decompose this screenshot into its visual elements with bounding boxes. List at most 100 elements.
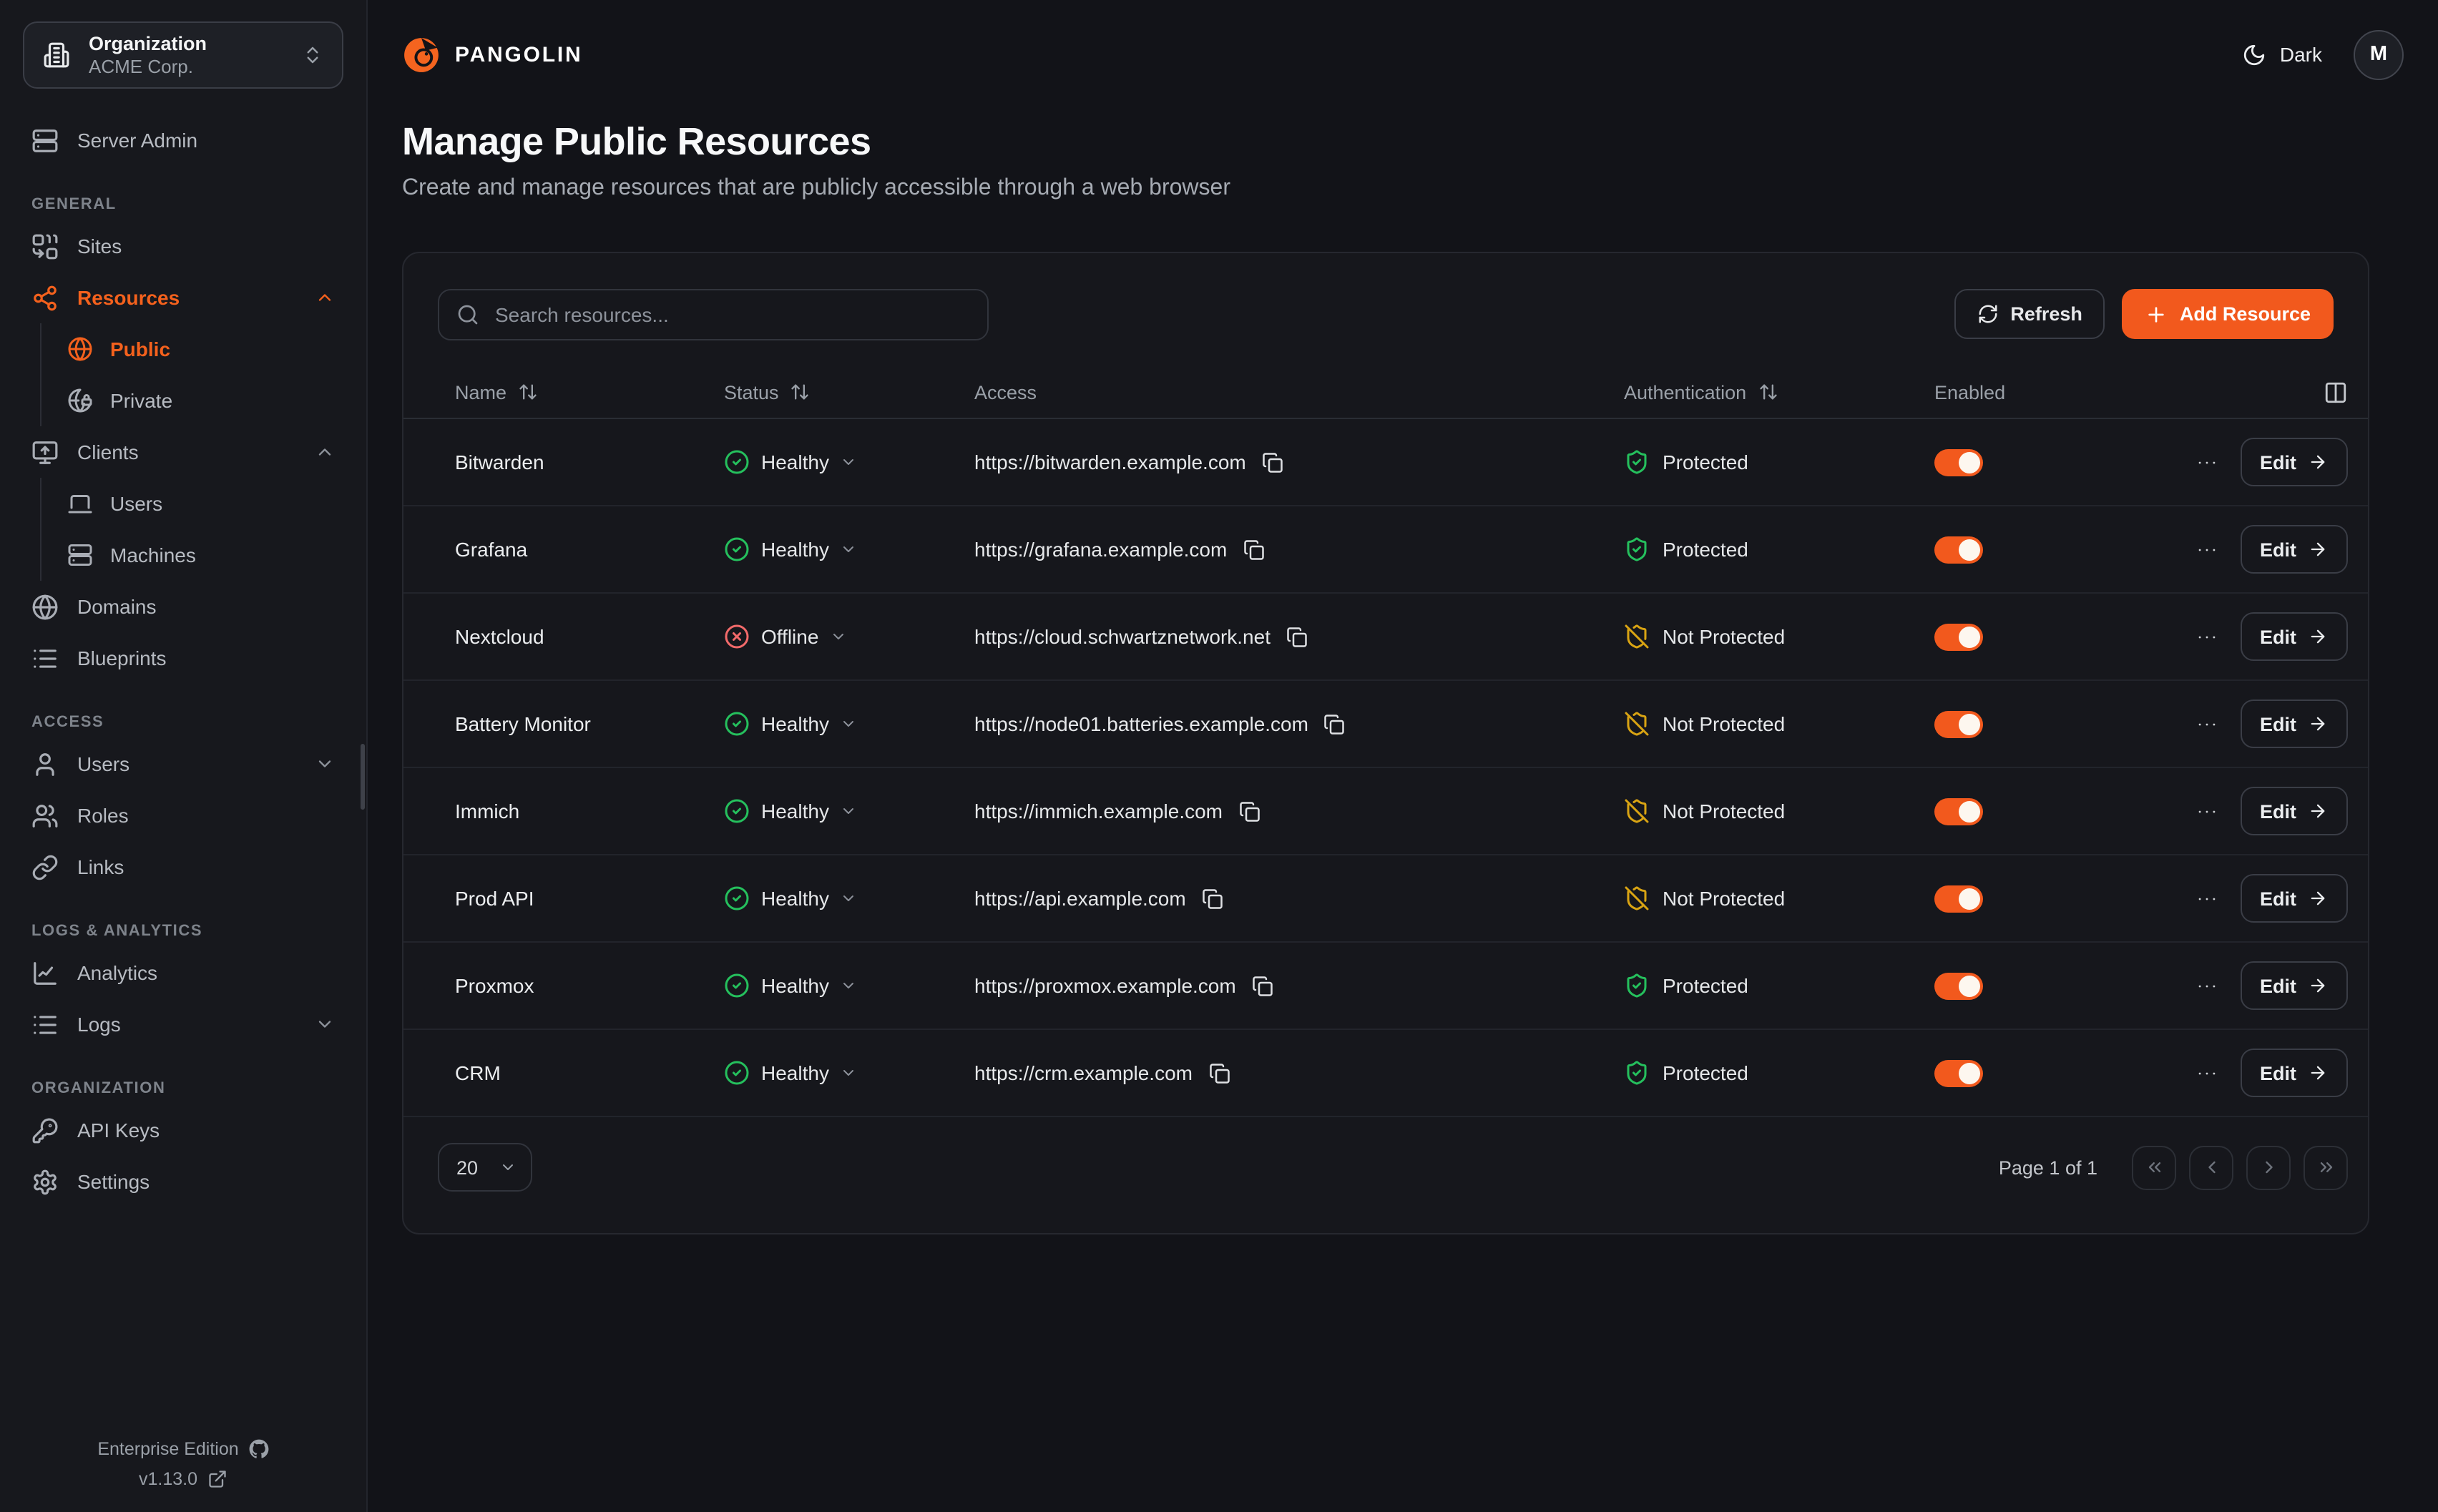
row-menu-button[interactable] [2191,1061,2221,1085]
avatar[interactable]: M [2354,29,2404,79]
sidebar-item-public[interactable]: Public [53,323,349,375]
copy-url-button[interactable] [1286,626,1308,647]
resource-url: https://api.example.com [974,887,1186,910]
row-menu-button[interactable] [2191,973,2221,998]
first-page-button[interactable] [2132,1145,2176,1189]
sidebar-item-links[interactable]: Links [17,841,349,893]
row-menu-button[interactable] [2191,450,2221,474]
status-dropdown[interactable]: Healthy [724,711,858,737]
edit-label: Edit [2260,626,2296,647]
enabled-toggle[interactable] [1934,536,1983,563]
sidebar-item-sites[interactable]: Sites [17,220,349,272]
edit-button[interactable]: Edit [2240,874,2348,923]
status-dropdown[interactable]: Healthy [724,973,858,998]
enabled-toggle[interactable] [1934,623,1983,650]
copy-url-button[interactable] [1324,713,1346,735]
ellipsis-icon [2194,712,2218,736]
sidebar-item-roles[interactable]: Roles [17,790,349,841]
edit-button[interactable]: Edit [2240,1049,2348,1097]
circle-x-icon [724,624,750,649]
copy-url-button[interactable] [1243,539,1264,560]
enabled-toggle[interactable] [1934,1059,1983,1086]
next-page-button[interactable] [2246,1145,2291,1189]
sidebar-item-settings[interactable]: Settings [17,1156,349,1207]
enabled-toggle[interactable] [1934,885,1983,912]
org-switcher[interactable]: Organization ACME Corp. [23,21,343,89]
enabled-toggle[interactable] [1934,972,1983,999]
enabled-toggle[interactable] [1934,710,1983,737]
sidebar-item-client-users[interactable]: Users [53,478,349,529]
page-size-select[interactable]: 20 [438,1143,532,1192]
sidebar-item-clients[interactable]: Clients [17,426,349,478]
edit-button[interactable]: Edit [2240,438,2348,486]
sidebar-item-users[interactable]: Users [17,738,349,790]
page-info: Page 1 of 1 [1999,1157,2097,1178]
version-link[interactable]: v1.13.0 [139,1469,227,1489]
sidebar-item-private[interactable]: Private [53,375,349,426]
auth-status: Not Protected [1624,885,1785,911]
edit-label: Edit [2260,975,2296,996]
sidebar-item-api-keys[interactable]: API Keys [17,1104,349,1156]
brand-logo[interactable]: PANGOLIN [402,35,583,74]
copy-url-button[interactable] [1262,451,1283,473]
copy-icon [1202,888,1223,909]
status-dropdown[interactable]: Offline [724,624,847,649]
add-resource-button[interactable]: Add Resource [2123,289,2334,339]
prev-page-button[interactable] [2189,1145,2233,1189]
row-menu-button[interactable] [2191,799,2221,823]
columns-visibility-button[interactable] [2324,380,2348,404]
refresh-button[interactable]: Refresh [1954,289,2105,339]
edit-button[interactable]: Edit [2240,961,2348,1010]
ellipsis-icon [2194,886,2218,910]
sidebar-item-server-admin[interactable]: Server Admin [17,114,349,166]
col-header-authentication[interactable]: Authentication [1607,381,1917,403]
toggle-knob [1959,888,1980,909]
status-dropdown[interactable]: Healthy [724,1060,858,1086]
section-label-organization: ORGANIZATION [17,1080,349,1097]
row-menu-button[interactable] [2191,886,2221,910]
edit-button[interactable]: Edit [2240,699,2348,748]
status-dropdown[interactable]: Healthy [724,449,858,475]
status-dropdown[interactable]: Healthy [724,798,858,824]
arrow-right-icon [2308,714,2328,734]
shield-off-icon [1624,798,1650,824]
pager-buttons [2132,1145,2348,1189]
shield-check-icon [1624,973,1650,998]
status-dropdown[interactable]: Healthy [724,536,858,562]
copy-url-button[interactable] [1252,975,1273,996]
col-header-status[interactable]: Status [707,381,957,403]
edition-link[interactable]: Enterprise Edition [97,1439,268,1459]
sidebar-item-blueprints[interactable]: Blueprints [17,632,349,684]
table-row: Prod API Healthy https://api.example.com… [403,855,2368,943]
sidebar-item-logs[interactable]: Logs [17,998,349,1050]
globe-lock-icon [67,388,93,413]
auth-status: Protected [1624,973,1748,998]
sidebar-item-machines[interactable]: Machines [53,529,349,581]
search-input[interactable] [492,302,970,328]
copy-url-button[interactable] [1202,888,1223,909]
sidebar-item-resources[interactable]: Resources [17,272,349,323]
col-header-name[interactable]: Name [438,381,707,403]
edit-button[interactable]: Edit [2240,787,2348,835]
copy-url-button[interactable] [1238,800,1260,822]
copy-url-button[interactable] [1208,1062,1230,1084]
row-menu-button[interactable] [2191,624,2221,649]
row-menu-button[interactable] [2191,537,2221,561]
sidebar-item-domains[interactable]: Domains [17,581,349,632]
status-label: Healthy [761,712,829,735]
sidebar-item-label: Private [110,389,172,412]
sidebar-item-label: API Keys [77,1119,160,1142]
search-box [438,289,989,340]
auth-label: Not Protected [1663,625,1785,648]
last-page-button[interactable] [2304,1145,2348,1189]
sidebar-item-analytics[interactable]: Analytics [17,947,349,998]
sidebar-scrollbar-thumb[interactable] [361,744,365,810]
enabled-toggle[interactable] [1934,448,1983,476]
row-menu-button[interactable] [2191,712,2221,736]
edit-button[interactable]: Edit [2240,525,2348,574]
chevrons-up-down-icon [302,44,323,66]
enabled-toggle[interactable] [1934,797,1983,825]
status-dropdown[interactable]: Healthy [724,885,858,911]
theme-toggle[interactable]: Dark [2243,42,2322,67]
edit-button[interactable]: Edit [2240,612,2348,661]
